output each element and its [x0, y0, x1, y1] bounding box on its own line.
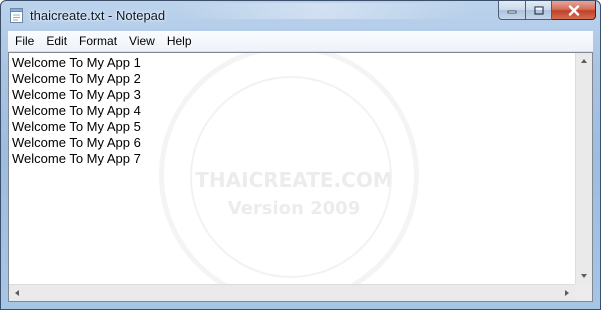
notepad-icon[interactable] — [9, 6, 25, 24]
scroll-up-arrow-icon[interactable] — [581, 59, 587, 63]
text-line: Welcome To My App 5 — [12, 119, 141, 134]
menu-view[interactable]: View — [123, 31, 161, 51]
caption-buttons — [498, 1, 596, 21]
scroll-down-arrow-icon[interactable] — [581, 274, 587, 278]
text-line: Welcome To My App 6 — [12, 135, 141, 150]
horizontal-scrollbar[interactable] — [9, 284, 575, 301]
text-content: Welcome To My App 1 Welcome To My App 2 … — [12, 55, 141, 167]
editor-frame: THAICREATE.COM Version 2009 Welcome To M… — [8, 52, 593, 302]
watermark-text-line2: Version 2009 — [227, 198, 361, 219]
scroll-right-arrow-icon[interactable] — [565, 290, 569, 296]
text-line: Welcome To My App 4 — [12, 103, 141, 118]
watermark-seal: THAICREATE.COM Version 2009 — [159, 53, 419, 284]
scroll-left-arrow-icon[interactable] — [15, 290, 19, 296]
menu-format[interactable]: Format — [73, 31, 123, 51]
title-bar-glow — [171, 3, 471, 19]
menu-help[interactable]: Help — [161, 31, 198, 51]
close-button[interactable] — [552, 1, 596, 20]
watermark-text-line1: THAICREATE.COM — [195, 168, 393, 192]
vertical-scrollbar[interactable] — [575, 53, 592, 284]
minimize-button[interactable] — [498, 1, 526, 20]
menu-edit[interactable]: Edit — [40, 31, 73, 51]
close-icon — [568, 4, 579, 16]
notepad-window: thaicreate.txt - Notepad File Edit Forma… — [0, 0, 601, 310]
menu-bar: File Edit Format View Help — [8, 31, 593, 52]
scrollbar-corner — [575, 284, 592, 301]
text-line: Welcome To My App 7 — [12, 151, 141, 166]
maximize-icon — [533, 5, 544, 15]
text-editor[interactable]: THAICREATE.COM Version 2009 Welcome To M… — [9, 53, 575, 284]
text-line: Welcome To My App 3 — [12, 87, 141, 102]
text-line: Welcome To My App 2 — [12, 71, 141, 86]
window-title: thaicreate.txt - Notepad — [30, 8, 166, 23]
menu-file[interactable]: File — [8, 31, 40, 51]
text-line: Welcome To My App 1 — [12, 55, 141, 70]
title-bar[interactable]: thaicreate.txt - Notepad — [1, 1, 600, 31]
maximize-button[interactable] — [526, 1, 552, 20]
minimize-icon — [507, 10, 517, 14]
